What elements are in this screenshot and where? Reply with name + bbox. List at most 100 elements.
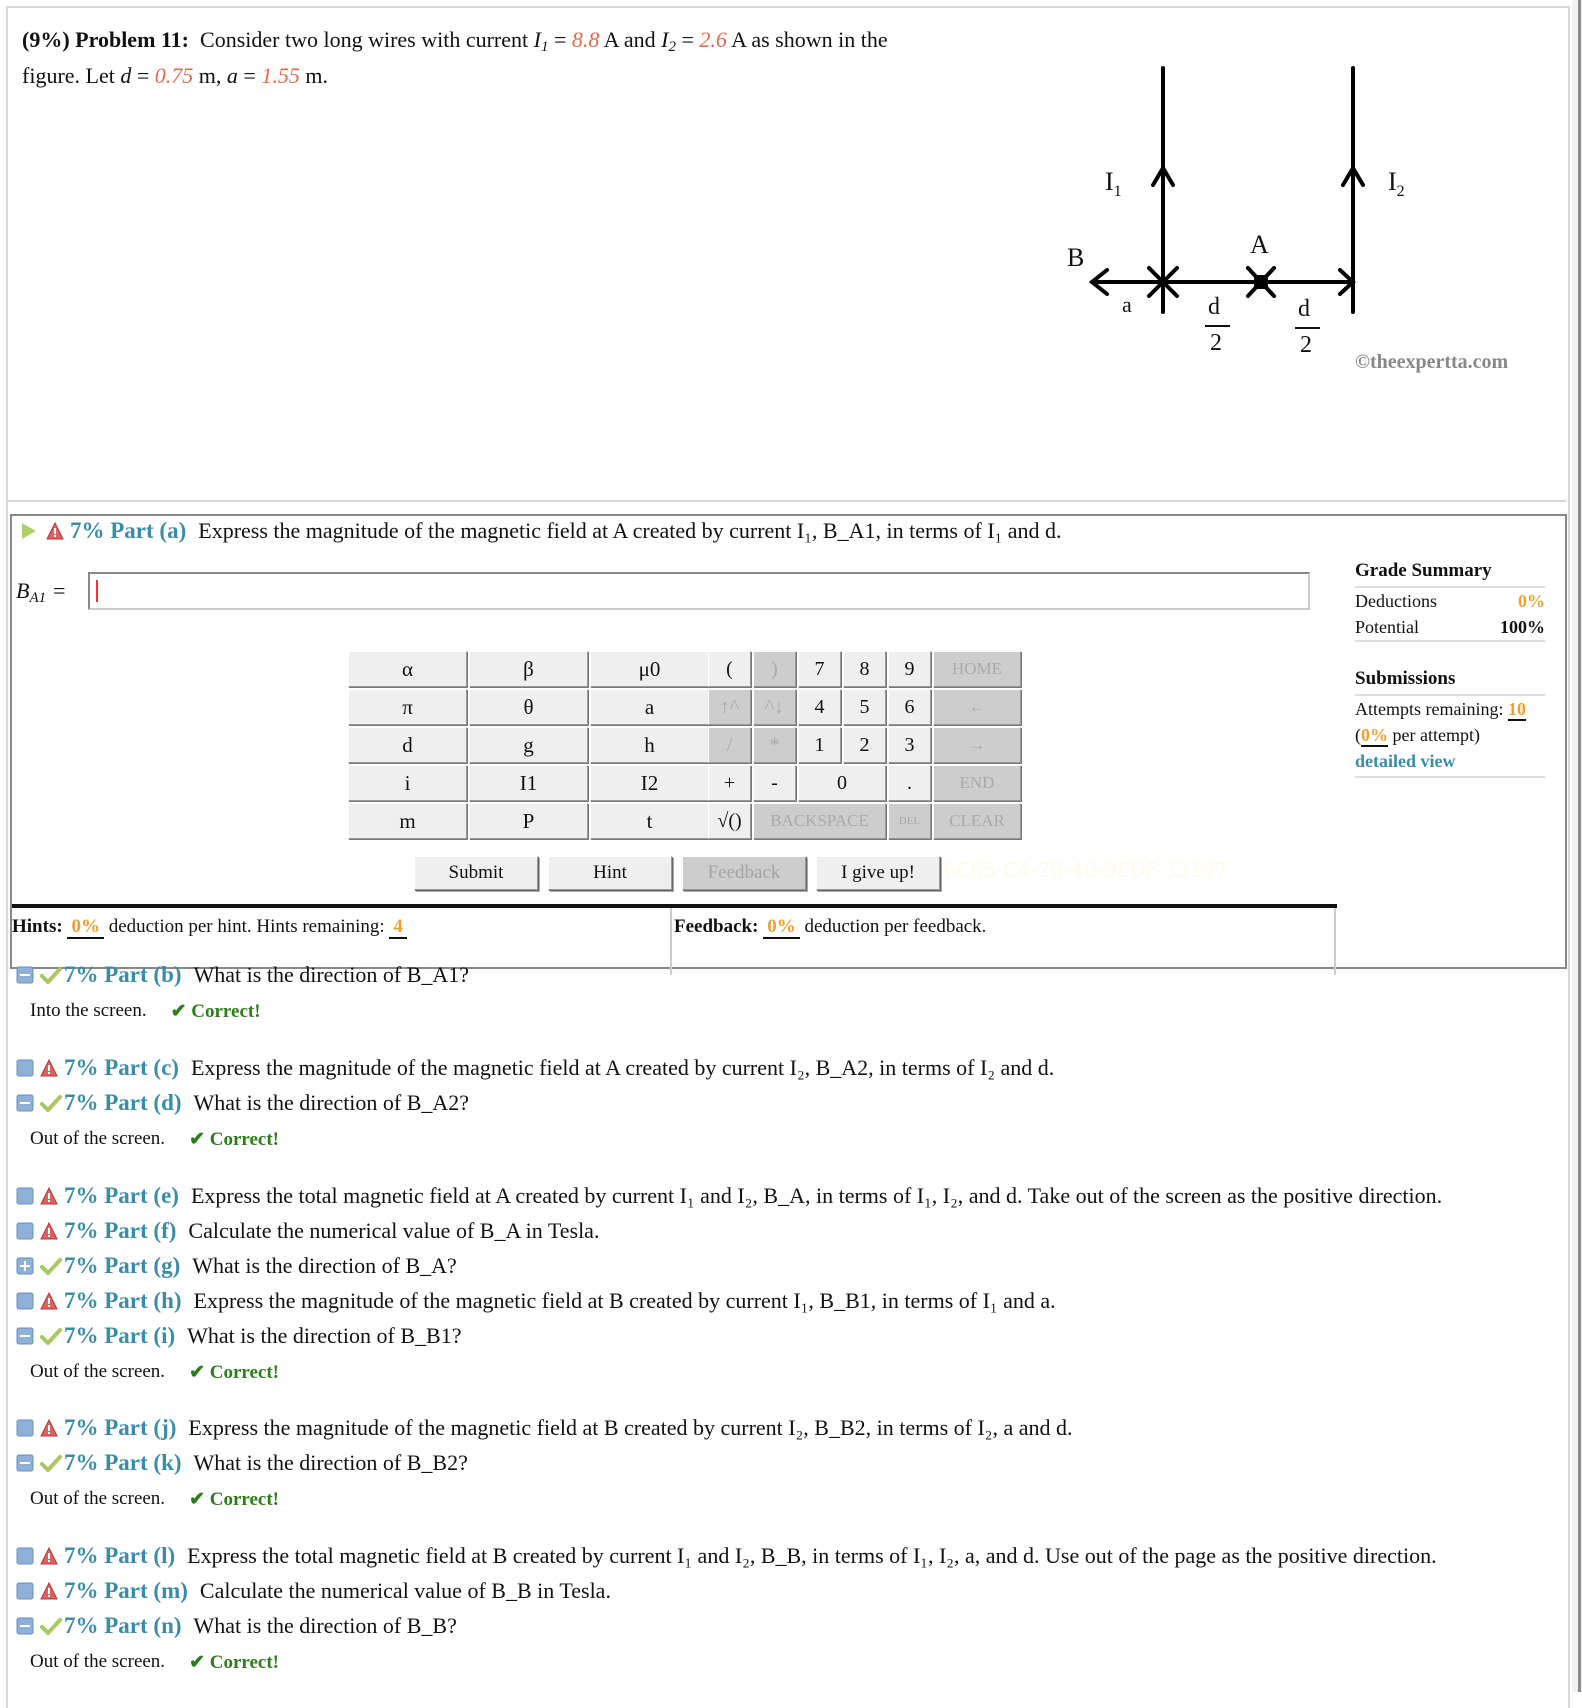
- part-e-prompt: Express the total magnetic field at A cr…: [190, 1183, 1443, 1208]
- collapse-icon[interactable]: [16, 1617, 34, 1635]
- part-m-label[interactable]: 7% Part (m): [64, 1578, 188, 1604]
- key-del[interactable]: DEL: [888, 803, 931, 839]
- copyright: ©theexpertta.com: [1355, 351, 1509, 373]
- play-icon[interactable]: [22, 523, 36, 539]
- part-c-label[interactable]: 7% Part (c): [64, 1055, 179, 1081]
- key-beta[interactable]: β: [469, 651, 588, 687]
- svg-text:2: 2: [1300, 332, 1312, 358]
- key-minus[interactable]: -: [753, 765, 796, 801]
- collapse-icon[interactable]: [16, 1547, 34, 1565]
- scrollbar[interactable]: [1572, 0, 1582, 1692]
- label-a: a: [1122, 292, 1132, 317]
- key-I2[interactable]: I2: [590, 765, 709, 801]
- give-up-button[interactable]: I give up!: [816, 856, 940, 890]
- check-icon: [40, 966, 62, 984]
- hint-button[interactable]: Hint: [548, 856, 672, 890]
- key-divide[interactable]: /: [708, 727, 751, 763]
- part-e-header: 7% Part (e) Express the total magnetic fi…: [16, 1183, 1442, 1209]
- correct-badge: ✔ Correct!: [189, 1652, 279, 1673]
- d-value: 0.75: [154, 63, 194, 88]
- collapse-icon[interactable]: [16, 1582, 34, 1600]
- key-7[interactable]: 7: [798, 651, 841, 687]
- key-3[interactable]: 3: [888, 727, 931, 763]
- part-a-header: 7% Part (a) Express the magnitude of the…: [18, 518, 1062, 544]
- check-icon: [40, 1617, 62, 1635]
- key-g[interactable]: g: [469, 727, 588, 763]
- part-k-label[interactable]: 7% Part (k): [64, 1450, 182, 1476]
- warning-icon: [40, 1059, 58, 1077]
- key-alpha[interactable]: α: [348, 651, 467, 687]
- key-9[interactable]: 9: [888, 651, 931, 687]
- key-pi[interactable]: π: [348, 689, 467, 725]
- collapse-icon[interactable]: [16, 1222, 34, 1240]
- part-i-label[interactable]: 7% Part (i): [64, 1323, 175, 1349]
- key-end[interactable]: END: [933, 765, 1021, 801]
- warning-icon: [40, 1547, 58, 1565]
- key-0[interactable]: 0: [798, 765, 886, 801]
- key-sqrt[interactable]: √(): [708, 803, 751, 839]
- potential-value: 100%: [1500, 617, 1545, 637]
- key-a[interactable]: a: [590, 689, 709, 725]
- key-5[interactable]: 5: [843, 689, 886, 725]
- collapse-icon[interactable]: [16, 1327, 34, 1345]
- warning-icon: [40, 1419, 58, 1437]
- check-icon: [40, 1094, 62, 1112]
- key-i[interactable]: i: [348, 765, 467, 801]
- collapse-icon[interactable]: [16, 1094, 34, 1112]
- answer-input[interactable]: [88, 572, 1310, 610]
- part-m-prompt: Calculate the numerical value of B_B in …: [199, 1578, 611, 1603]
- part-j-label[interactable]: 7% Part (j): [64, 1415, 176, 1441]
- part-h-label[interactable]: 7% Part (h): [64, 1288, 182, 1314]
- label-B: B: [1067, 243, 1084, 272]
- submit-button[interactable]: Submit: [414, 856, 538, 890]
- key-I1[interactable]: I1: [469, 765, 588, 801]
- part-m-header: 7% Part (m) Calculate the numerical value…: [16, 1578, 611, 1604]
- expand-icon[interactable]: [16, 1257, 34, 1275]
- key-right-arrow[interactable]: →: [933, 727, 1021, 763]
- answer-label: BA1 =: [16, 578, 67, 606]
- key-m[interactable]: m: [348, 803, 467, 839]
- key-P[interactable]: P: [469, 803, 588, 839]
- collapse-icon[interactable]: [16, 1187, 34, 1205]
- key-8[interactable]: 8: [843, 651, 886, 687]
- key-d[interactable]: d: [348, 727, 467, 763]
- collapse-icon[interactable]: [16, 1292, 34, 1310]
- key-subscript[interactable]: ^↓: [753, 689, 796, 725]
- part-d-label[interactable]: 7% Part (d): [64, 1090, 182, 1116]
- key-h[interactable]: h: [590, 727, 709, 763]
- collapse-icon[interactable]: [16, 1059, 34, 1077]
- key-clear[interactable]: CLEAR: [933, 803, 1021, 839]
- key-multiply[interactable]: *: [753, 727, 796, 763]
- key-mu0[interactable]: μ0: [590, 651, 709, 687]
- key-home[interactable]: HOME: [933, 651, 1021, 687]
- part-b-label[interactable]: 7% Part (b): [64, 962, 182, 988]
- key-6[interactable]: 6: [888, 689, 931, 725]
- part-k-answer: Out of the screen. ✔ Correct!: [30, 1488, 279, 1510]
- answer-row: BA1 =: [16, 572, 1310, 610]
- hint-deduction: 0%: [67, 916, 104, 939]
- collapse-icon[interactable]: [16, 1419, 34, 1437]
- key-plus[interactable]: +: [708, 765, 751, 801]
- part-a-label[interactable]: 7% Part (a): [70, 518, 186, 544]
- key-superscript[interactable]: ↑^: [708, 689, 751, 725]
- part-e-label[interactable]: 7% Part (e): [64, 1183, 179, 1209]
- key-t[interactable]: t: [590, 803, 709, 839]
- feedback-button[interactable]: Feedback: [682, 856, 806, 890]
- collapse-icon[interactable]: [16, 966, 34, 984]
- detailed-view-link[interactable]: detailed view: [1355, 751, 1456, 771]
- key-1[interactable]: 1: [798, 727, 841, 763]
- key-decimal[interactable]: .: [888, 765, 931, 801]
- key-close-paren[interactable]: ): [753, 651, 796, 687]
- key-theta[interactable]: θ: [469, 689, 588, 725]
- part-l-label[interactable]: 7% Part (l): [64, 1543, 175, 1569]
- part-g-label[interactable]: 7% Part (g): [64, 1253, 180, 1279]
- svg-text:d: d: [1298, 296, 1310, 322]
- key-left-arrow[interactable]: ←: [933, 689, 1021, 725]
- key-2[interactable]: 2: [843, 727, 886, 763]
- key-backspace[interactable]: BACKSPACE: [753, 803, 886, 839]
- part-f-label[interactable]: 7% Part (f): [64, 1218, 176, 1244]
- key-open-paren[interactable]: (: [708, 651, 751, 687]
- collapse-icon[interactable]: [16, 1454, 34, 1472]
- key-4[interactable]: 4: [798, 689, 841, 725]
- part-n-label[interactable]: 7% Part (n): [64, 1613, 182, 1639]
